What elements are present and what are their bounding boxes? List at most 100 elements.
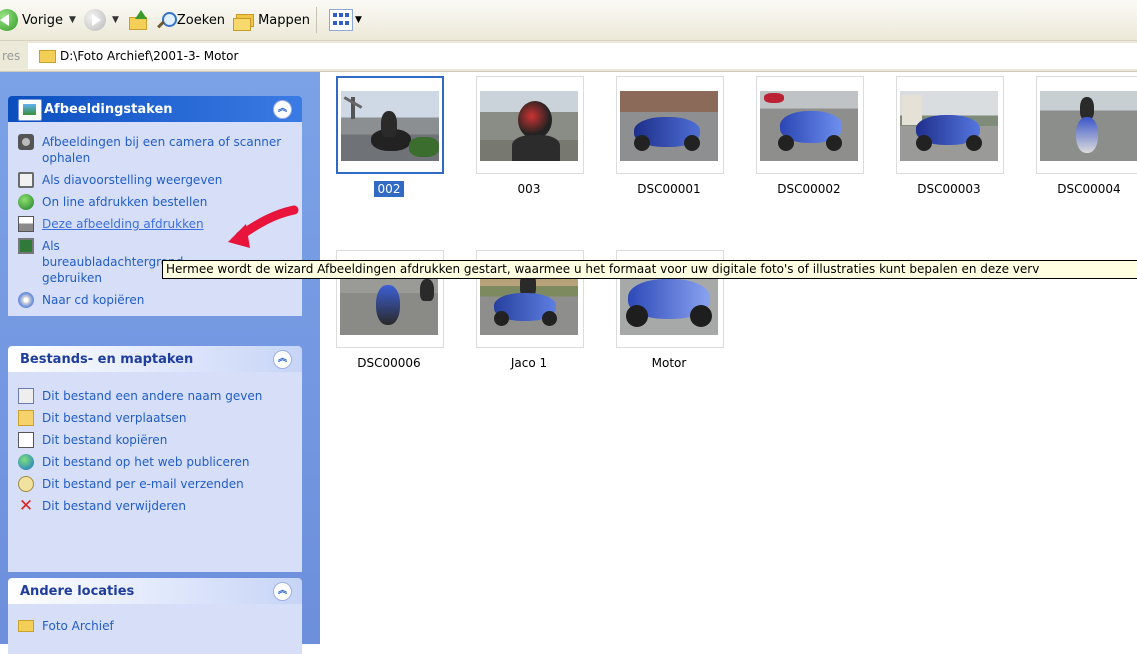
task-delete-file[interactable]: ✕ Dit bestand verwijderen: [18, 496, 294, 516]
delete-icon: ✕: [18, 496, 34, 516]
other-places-body: Foto Archief: [8, 604, 302, 654]
folder-icon: [18, 620, 34, 632]
panel-title: Bestands- en maptaken: [20, 351, 194, 367]
task-email-file[interactable]: Dit bestand per e-mail verzenden: [18, 476, 294, 492]
picture-tasks-header[interactable]: Afbeeldingstaken ︽: [8, 96, 302, 122]
task-label: Dit bestand op het web publiceren: [42, 455, 250, 469]
toolbar-separator: [316, 7, 317, 33]
task-label: Afbeeldingen bij een camera of scanner o…: [42, 135, 282, 165]
file-name: 002: [373, 181, 405, 197]
file-name: DSC00001: [637, 182, 701, 196]
thumbnail-frame: [476, 76, 584, 174]
views-icon[interactable]: [329, 9, 353, 31]
thumbnail-item[interactable]: 003: [476, 76, 586, 196]
task-label: Dit bestand verwijderen: [42, 499, 186, 513]
file-tasks-body: Dit bestand een andere naam geven Dit be…: [8, 372, 302, 572]
folders-label: Mappen: [258, 12, 310, 28]
address-label: res: [2, 49, 21, 63]
thumbnail-frame: [896, 76, 1004, 174]
printer-icon: [18, 216, 34, 232]
photo-thumbnail: [900, 91, 998, 161]
task-publish-web[interactable]: Dit bestand op het web publiceren: [18, 454, 294, 470]
collapse-icon[interactable]: ︽: [273, 99, 292, 119]
task-copy-to-cd[interactable]: Naar cd kopiëren: [18, 292, 294, 308]
back-arrow-icon: [0, 9, 18, 31]
address-path: D:\Foto Archief\2001-3- Motor: [60, 49, 239, 63]
file-name: 003: [517, 182, 541, 196]
task-rename-file[interactable]: Dit bestand een andere naam geven: [18, 388, 294, 404]
file-name: DSC00002: [777, 182, 841, 196]
task-move-file[interactable]: Dit bestand verplaatsen: [18, 410, 294, 426]
thumbnail-item[interactable]: DSC00001: [616, 76, 726, 196]
collapse-icon[interactable]: ︽: [273, 581, 292, 601]
folders-button[interactable]: Mappen: [233, 11, 310, 31]
task-label: Dit bestand per e-mail verzenden: [42, 477, 244, 491]
thumbnail-item[interactable]: DSC00003: [896, 76, 1006, 196]
thumbnail-item[interactable]: DSC00004: [1036, 76, 1137, 196]
task-copy-file[interactable]: Dit bestand kopiëren: [18, 432, 294, 448]
file-name: DSC00006: [357, 356, 421, 370]
panel-title: Andere locaties: [20, 583, 135, 599]
file-tasks-header[interactable]: Bestands- en maptaken ︽: [8, 346, 302, 372]
task-set-desktop-background[interactable]: Als bureaubladachtergrond gebruiken: [18, 238, 183, 286]
move-icon: [18, 410, 34, 426]
back-button[interactable]: Vorige: [0, 9, 64, 31]
thumbnail-frame: [756, 76, 864, 174]
file-name: Motor: [651, 356, 687, 370]
task-label: Naar cd kopiëren: [42, 293, 145, 307]
photo-thumbnail: [480, 91, 578, 161]
red-arrow-annotation: [228, 205, 299, 248]
file-name: DSC00004: [1057, 182, 1121, 196]
task-get-from-camera[interactable]: Afbeeldingen bij een camera of scanner o…: [18, 134, 294, 166]
other-places-panel: Andere locaties ︽ Foto Archief: [8, 578, 302, 654]
task-label: Dit bestand een andere naam geven: [42, 389, 263, 403]
rename-icon: [18, 388, 34, 404]
copy-icon: [18, 432, 34, 448]
toolbar: Vorige ▼ ▼ Zoeken Mappen ▼: [0, 0, 1137, 41]
back-label: Vorige: [22, 12, 64, 28]
email-icon: [18, 476, 34, 492]
thumbnail-frame: [336, 76, 444, 174]
task-pane: Afbeeldingstaken ︽ Afbeeldingen bij een …: [0, 72, 320, 654]
place-foto-archief[interactable]: Foto Archief: [18, 618, 294, 634]
file-view: 002 003 DSC00001 DSC00002 DSC00003 DSC00…: [320, 72, 1137, 644]
thumbnail-label: 002: [336, 181, 442, 197]
forward-button[interactable]: [83, 9, 106, 31]
photo-thumbnail: [341, 91, 439, 161]
photo-thumbnail: [620, 91, 718, 161]
file-tasks-panel: Bestands- en maptaken ︽ Dit bestand een …: [8, 346, 302, 572]
place-label: Foto Archief: [42, 619, 114, 633]
back-dropdown-icon[interactable]: ▼: [69, 15, 76, 25]
photo-thumbnail: [760, 91, 858, 161]
task-label: Dit bestand verplaatsen: [42, 411, 187, 425]
thumbnail-frame: [1036, 76, 1137, 174]
address-bar: res D:\Foto Archief\2001-3- Motor: [0, 41, 1137, 72]
photo-thumbnail: [1040, 91, 1137, 161]
other-places-header[interactable]: Andere locaties ︽: [8, 578, 302, 604]
collapse-icon[interactable]: ︽: [273, 349, 292, 369]
file-name: Jaco 1: [510, 356, 548, 370]
desktop-icon: [18, 238, 34, 254]
web-publish-icon: [18, 454, 34, 470]
views-dropdown-icon[interactable]: ▼: [355, 15, 362, 25]
task-label: Als diavoorstelling weergeven: [42, 173, 223, 187]
cd-icon: [18, 292, 34, 308]
thumbnail-frame: [616, 76, 724, 174]
picture-tasks-icon: [18, 99, 42, 121]
thumbnail-item[interactable]: 002: [336, 76, 446, 197]
search-icon: [157, 11, 177, 29]
address-field[interactable]: D:\Foto Archief\2001-3- Motor: [28, 43, 1137, 69]
search-button[interactable]: Zoeken: [157, 11, 225, 29]
panel-title: Afbeeldingstaken: [44, 101, 173, 117]
search-label: Zoeken: [176, 12, 226, 28]
folders-icon: [233, 11, 255, 31]
task-label: Dit bestand kopiëren: [42, 433, 168, 447]
folder-up-icon[interactable]: [127, 10, 147, 30]
camera-icon: [18, 134, 34, 150]
thumbnail-item[interactable]: DSC00002: [756, 76, 866, 196]
task-slideshow[interactable]: Als diavoorstelling weergeven: [18, 172, 294, 188]
forward-dropdown-icon[interactable]: ▼: [112, 15, 119, 25]
globe-icon: [18, 194, 34, 210]
folder-icon: [39, 49, 56, 63]
slideshow-icon: [18, 172, 34, 188]
